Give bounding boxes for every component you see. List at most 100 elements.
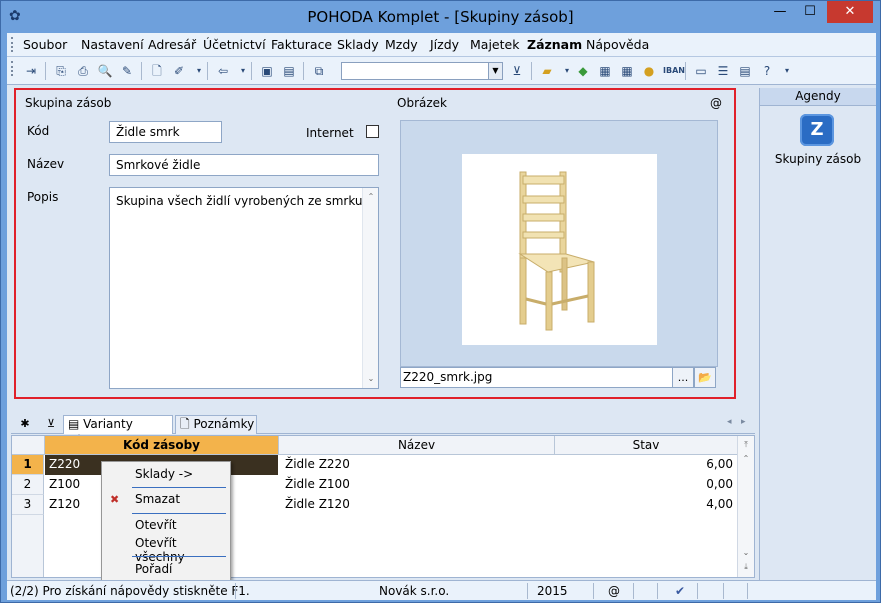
- minimize-button[interactable]: —: [765, 1, 795, 23]
- menu-majetek[interactable]: Majetek: [470, 37, 519, 52]
- menu-napoveda[interactable]: Nápověda: [586, 37, 649, 52]
- title-bar: ✿ POHODA Komplet - [Skupiny zásob] — ☐ ✕: [1, 1, 880, 33]
- new-record-icon[interactable]: 🗋: [149, 63, 165, 79]
- popis-textarea[interactable]: Skupina všech židlí vyrobených ze smrku …: [109, 187, 379, 389]
- export-icon[interactable]: ⎘: [53, 63, 69, 79]
- back-arrow-icon[interactable]: ⇦: [215, 63, 231, 79]
- scroll-bottom-icon[interactable]: ⤓: [738, 560, 754, 574]
- chevron-left-icon[interactable]: ◂: [727, 417, 732, 427]
- menu-jizdy[interactable]: Jízdy: [430, 37, 459, 52]
- image-filename-field[interactable]: Z220_smrk.jpg: [400, 367, 690, 388]
- menu-nastaveni[interactable]: Nastavení: [81, 37, 144, 52]
- menu-mzdy[interactable]: Mzdy: [385, 37, 418, 52]
- close-button[interactable]: ✕: [827, 1, 873, 23]
- menu-adresar[interactable]: Adresář: [148, 37, 196, 52]
- save-icon[interactable]: ▣: [259, 63, 275, 79]
- folder-open-icon: 📂: [698, 371, 712, 384]
- menu-fakturace[interactable]: Fakturace: [271, 37, 332, 52]
- column-header-stav[interactable]: Stav: [555, 436, 738, 455]
- status-company: Novák s.r.o.: [379, 584, 450, 598]
- star-icon[interactable]: ✱: [13, 415, 37, 433]
- coins-icon[interactable]: ●: [641, 63, 657, 79]
- splitter[interactable]: [7, 403, 759, 411]
- agendy-item-label[interactable]: Skupiny zásob: [760, 152, 876, 166]
- save-as-icon[interactable]: ▤: [281, 63, 297, 79]
- section-label: Skupina zásob: [25, 96, 112, 110]
- menu-item-otevrit-vse[interactable]: Otevřít všechny: [135, 536, 230, 564]
- popis-label: Popis: [27, 190, 59, 204]
- column-header-kod[interactable]: Kód zásoby: [45, 436, 279, 455]
- maximize-button[interactable]: ☐: [795, 1, 825, 23]
- table-cell-nazev[interactable]: Židle Z220: [281, 455, 555, 475]
- internet-label: Internet: [306, 126, 354, 140]
- at-label: @: [710, 96, 722, 110]
- open-folder-button[interactable]: 📂: [694, 367, 716, 388]
- tab-poznamky[interactable]: 🗋 Poznámky: [175, 415, 257, 434]
- chevron-up-icon[interactable]: ⌃: [363, 190, 379, 204]
- menu-item-poradi[interactable]: Pořadí: [135, 562, 172, 576]
- status-year: 2015: [537, 584, 568, 598]
- chevron-down-icon[interactable]: ▾: [235, 63, 251, 79]
- popis-scrollbar[interactable]: ⌃ ⌄: [362, 188, 378, 388]
- help-icon[interactable]: ?: [759, 63, 775, 79]
- chevron-right-icon[interactable]: ▸: [741, 417, 746, 427]
- folder-icon[interactable]: ▰: [539, 63, 555, 79]
- menu-item-smazat[interactable]: Smazat: [135, 492, 180, 506]
- chevron-up-icon[interactable]: ⌃: [738, 452, 754, 466]
- toolbar: ⇥ ⎘ ⎙ 🔍 ✎ 🗋 ✐ ▾ ⇦ ▾ ▣ ▤ ⧉ ▼ ⊻ ▰ ▾ ◆ ▦ ▦ …: [7, 57, 876, 85]
- filter-icon[interactable]: ⊻: [39, 415, 63, 433]
- table-cell-stav[interactable]: 6,00: [555, 455, 737, 475]
- search-combo[interactable]: ▼: [341, 62, 503, 80]
- tab-varianty-zasoby[interactable]: ▤ Varianty zásoby: [63, 415, 173, 448]
- nazev-field[interactable]: Smrkové židle: [109, 154, 379, 176]
- chevron-down-icon[interactable]: ▾: [559, 63, 575, 79]
- calculator-icon[interactable]: ▦: [597, 63, 613, 79]
- grid-scrollbar[interactable]: ⤒ ⌃ ⌄ ⤓: [737, 436, 754, 577]
- table-cell-stav[interactable]: 0,00: [555, 475, 737, 495]
- menu-soubor[interactable]: Soubor: [23, 37, 67, 52]
- browse-button[interactable]: ...: [672, 367, 694, 388]
- obrazek-label: Obrázek: [397, 96, 447, 110]
- status-at: @: [608, 584, 620, 598]
- table-cell-nazev[interactable]: Židle Z100: [281, 475, 555, 495]
- row-number[interactable]: 3: [12, 495, 44, 515]
- row-number[interactable]: 1: [12, 455, 44, 475]
- iban-icon[interactable]: IBAN: [663, 63, 685, 79]
- print-preview-icon[interactable]: 🔍: [97, 63, 113, 79]
- internet-checkbox[interactable]: [366, 125, 379, 138]
- table-cell-nazev[interactable]: Židle Z120: [281, 495, 555, 515]
- chevron-down-icon[interactable]: ▼: [488, 63, 502, 79]
- filter-icon[interactable]: ⊻: [509, 63, 525, 79]
- window-title: POHODA Komplet - [Skupiny zásob]: [307, 8, 574, 26]
- menu-item-otevrit[interactable]: Otevřít: [135, 518, 177, 532]
- note-icon: 🗋: [180, 417, 194, 431]
- chevron-down-icon[interactable]: ▾: [191, 63, 207, 79]
- chevron-down-icon[interactable]: ▾: [779, 63, 795, 79]
- menu-item-sklady[interactable]: Sklady ->: [135, 467, 193, 481]
- menu-zaznam[interactable]: Záznam: [527, 37, 582, 52]
- chevron-down-icon[interactable]: ⌄: [363, 372, 379, 386]
- exit-icon[interactable]: ⇥: [23, 63, 39, 79]
- checkmark-icon: ✔: [675, 584, 686, 598]
- skupiny-zasob-icon[interactable]: Z: [800, 114, 834, 146]
- calculator-alt-icon[interactable]: ▦: [619, 63, 635, 79]
- money-icon[interactable]: ◆: [575, 63, 591, 79]
- report-icon[interactable]: ✎: [119, 63, 135, 79]
- print-icon[interactable]: ⎙: [75, 63, 91, 79]
- image-frame: [400, 120, 718, 367]
- edit-brush-icon[interactable]: ✐: [171, 63, 187, 79]
- record-form: Skupina zásob Kód Židle smrk Internet Ná…: [14, 88, 736, 399]
- row-number[interactable]: 2: [12, 475, 44, 495]
- chair-image[interactable]: [462, 154, 657, 345]
- table-cell-stav[interactable]: 4,00: [555, 495, 737, 515]
- menu-sklady[interactable]: Sklady: [337, 37, 379, 52]
- chevron-down-icon[interactable]: ⌄: [738, 546, 754, 560]
- copy-icon[interactable]: ⧉: [311, 63, 327, 79]
- scroll-top-icon[interactable]: ⤒: [738, 438, 754, 452]
- comment-icon[interactable]: ▭: [693, 63, 709, 79]
- kod-field[interactable]: Židle smrk: [109, 121, 222, 143]
- column-header-nazev[interactable]: Název: [279, 436, 555, 455]
- table-icon[interactable]: ▤: [737, 63, 753, 79]
- menu-ucetnictvi[interactable]: Účetnictví: [203, 37, 266, 52]
- list-icon[interactable]: ☰: [715, 63, 731, 79]
